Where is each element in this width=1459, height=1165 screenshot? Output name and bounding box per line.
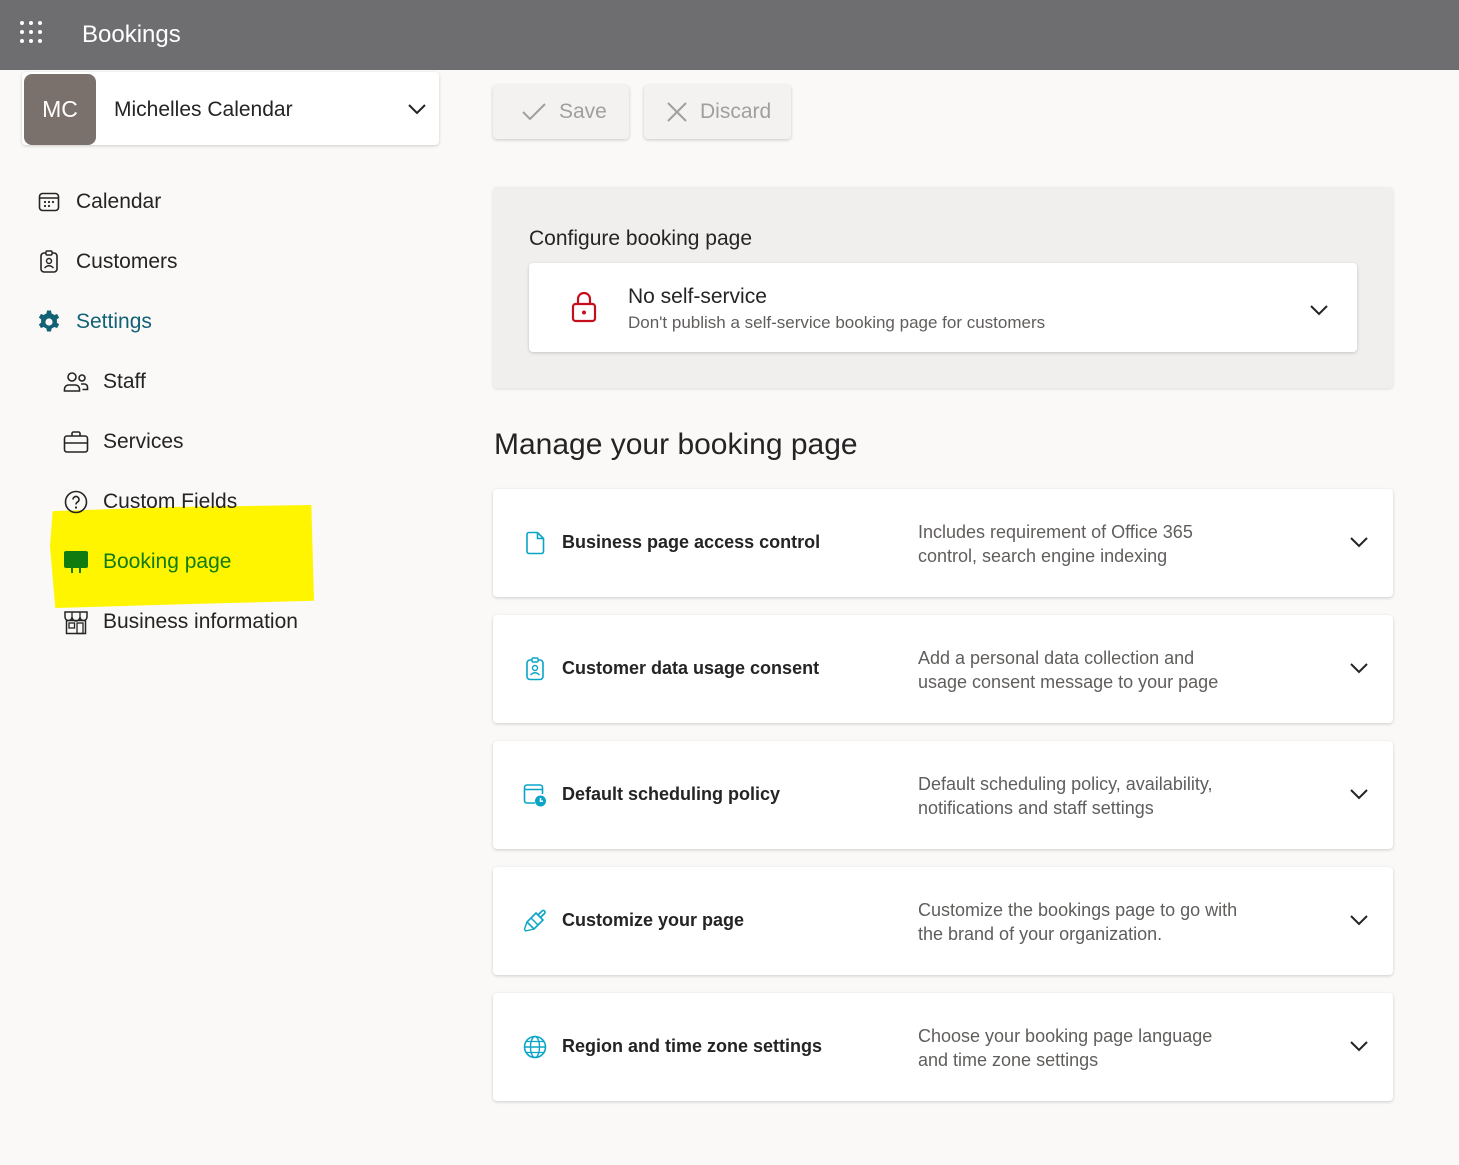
calendar-selector[interactable]: MC Michelles Calendar xyxy=(22,72,439,145)
calendar-icon xyxy=(36,189,62,215)
globe-icon xyxy=(523,1035,547,1059)
chevron-down-icon xyxy=(1310,305,1328,316)
question-circle-icon xyxy=(63,489,89,515)
manage-section-title: Manage your booking page xyxy=(494,428,858,461)
save-button[interactable]: Save xyxy=(493,85,629,139)
row-description: Choose your booking page language and ti… xyxy=(918,1026,1213,1070)
sidebar-item-label: Services xyxy=(103,430,184,453)
sidebar-item-label: Staff xyxy=(103,370,146,393)
sidebar-item-label: Customers xyxy=(76,250,178,273)
avatar: MC xyxy=(24,74,96,145)
calendar-name: Michelles Calendar xyxy=(114,98,293,121)
sidebar-item-label: Calendar xyxy=(76,190,162,213)
sidebar-item-label: Custom Fields xyxy=(103,490,238,513)
sidebar-item-calendar[interactable]: Calendar xyxy=(36,189,161,215)
storefront-icon xyxy=(63,609,89,635)
customize-your-page-row[interactable]: Customize your page Customize the bookin… xyxy=(493,867,1393,975)
sidebar-item-label: Business information xyxy=(103,610,298,633)
document-icon xyxy=(526,531,545,555)
top-bar: Bookings xyxy=(0,0,1459,70)
sidebar-item-business-information[interactable]: Business information xyxy=(63,609,298,635)
configure-booking-page-card: Configure booking page No self-service D… xyxy=(493,187,1393,388)
booking-page-icon xyxy=(63,549,89,575)
chevron-down-icon xyxy=(1350,537,1368,548)
configure-title: Configure booking page xyxy=(529,227,753,250)
row-description: Default scheduling policy, availability,… xyxy=(918,774,1213,818)
sidebar-item-settings[interactable]: Settings xyxy=(36,309,152,335)
row-title: Business page access control xyxy=(562,532,821,552)
discard-button[interactable]: Discard xyxy=(644,85,791,139)
self-service-option-description: Don't publish a self-service booking pag… xyxy=(628,313,1046,332)
row-title: Customer data usage consent xyxy=(562,658,820,678)
paintbrush-icon xyxy=(523,909,546,932)
chevron-down-icon xyxy=(1350,663,1368,674)
discard-label: Discard xyxy=(700,100,772,123)
sidebar-item-label: Settings xyxy=(76,310,152,333)
self-service-dropdown[interactable]: No self-service Don't publish a self-ser… xyxy=(529,263,1357,352)
row-description: Includes requirement of Office 365 contr… xyxy=(918,522,1193,566)
lock-icon xyxy=(571,291,597,323)
app-title: Bookings xyxy=(82,21,181,48)
app-launcher-icon[interactable] xyxy=(20,21,46,47)
briefcase-icon xyxy=(63,429,89,455)
row-description: Customize the bookings page to go with t… xyxy=(918,900,1238,944)
default-scheduling-policy-row[interactable]: Default scheduling policy Default schedu… xyxy=(493,741,1393,849)
people-icon xyxy=(63,369,89,395)
self-service-option-title: No self-service xyxy=(628,285,767,308)
gear-icon xyxy=(36,309,62,335)
chevron-down-icon xyxy=(408,104,426,115)
sidebar-item-custom-fields[interactable]: Custom Fields xyxy=(63,489,237,515)
calendar-clock-icon xyxy=(523,784,546,807)
contact-card-icon xyxy=(526,657,544,681)
chevron-down-icon xyxy=(1350,789,1368,800)
sidebar-item-services[interactable]: Services xyxy=(63,429,184,455)
close-icon xyxy=(667,102,687,122)
checkmark-icon xyxy=(522,103,546,121)
sidebar-item-customers[interactable]: Customers xyxy=(36,249,178,275)
sidebar-item-label: Booking page xyxy=(103,550,232,573)
save-label: Save xyxy=(559,100,607,123)
contact-card-icon xyxy=(36,249,62,275)
customer-data-usage-consent-row[interactable]: Customer data usage consent Add a person… xyxy=(493,615,1393,723)
sidebar-item-staff[interactable]: Staff xyxy=(63,369,146,395)
row-description: Add a personal data collection and usage… xyxy=(918,648,1219,692)
business-page-access-control-row[interactable]: Business page access control Includes re… xyxy=(493,489,1393,597)
region-time-zone-settings-row[interactable]: Region and time zone settings Choose you… xyxy=(493,993,1393,1101)
row-title: Region and time zone settings xyxy=(562,1036,823,1056)
chevron-down-icon xyxy=(1350,915,1368,926)
chevron-down-icon xyxy=(1350,1041,1368,1052)
row-title: Default scheduling policy xyxy=(562,784,781,804)
sidebar-item-booking-page[interactable]: Booking page xyxy=(63,549,231,575)
row-title: Customize your page xyxy=(562,910,745,930)
